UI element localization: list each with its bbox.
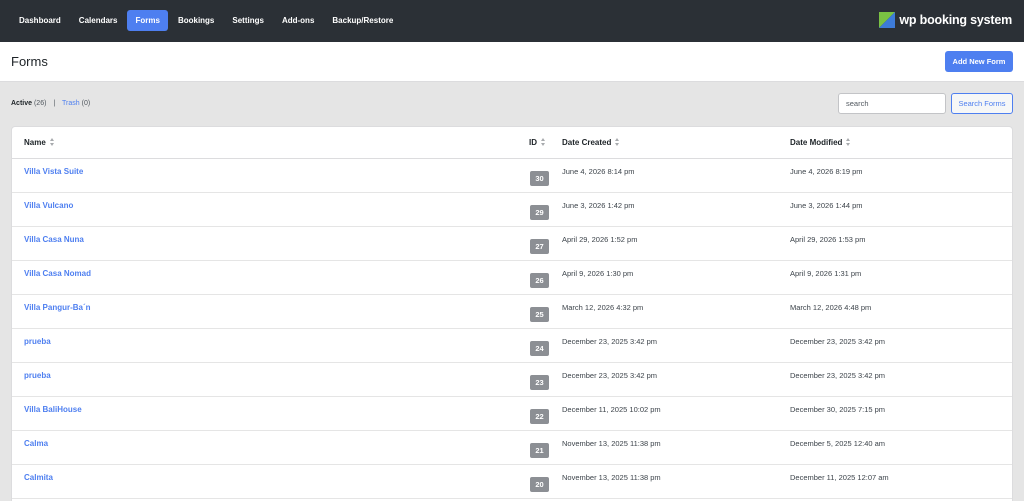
form-name-link[interactable]: prueba (24, 337, 51, 346)
date-created: December 23, 2025 3:42 pm (562, 337, 658, 346)
nav-add-ons[interactable]: Add-ons (274, 10, 322, 31)
column-header-name[interactable]: Name (24, 137, 55, 147)
date-created: November 13, 2025 11:38 pm (562, 473, 661, 482)
column-header-date-created[interactable]: Date Created (562, 137, 620, 147)
form-id-badge: 29 (530, 205, 549, 220)
form-name-link[interactable]: Calmita (24, 473, 53, 482)
nav-settings[interactable]: Settings (224, 10, 272, 31)
table-row: Villa Pangur-Ba´n 25 March 12, 2026 4:32… (12, 295, 1012, 329)
sort-icon (846, 137, 851, 146)
form-id-badge: 20 (530, 477, 549, 492)
date-created: March 12, 2026 4:32 pm (562, 303, 644, 312)
search-forms-button[interactable]: Search Forms (951, 93, 1013, 114)
nav-backup-restore[interactable]: Backup/Restore (324, 10, 401, 31)
column-header-date-created-label: Date Created (562, 138, 612, 147)
nav-dashboard[interactable]: Dashboard (11, 10, 69, 31)
table-header: Name ID Date Created Date Modified (12, 127, 1012, 159)
date-modified: December 11, 2025 12:07 am (790, 473, 889, 482)
sort-icon (541, 137, 546, 146)
form-id-badge: 25 (530, 307, 549, 322)
table-row: Villa BaliHouse 22 December 11, 2025 10:… (12, 397, 1012, 431)
date-created: June 4, 2026 8:14 pm (562, 167, 635, 176)
date-modified: December 5, 2025 12:40 am (790, 439, 886, 448)
forms-table: Name ID Date Created Date Modified Villa… (11, 126, 1013, 501)
date-modified: April 9, 2026 1:31 pm (790, 269, 862, 278)
table-row: prueba 23 December 23, 2025 3:42 pm Dece… (12, 363, 1012, 397)
top-nav-bar: Dashboard Calendars Forms Bookings Setti… (0, 0, 1024, 42)
column-header-date-modified-label: Date Modified (790, 138, 843, 147)
nav-forms[interactable]: Forms (127, 10, 168, 31)
table-row: Villa Casa Nomad 26 April 9, 2026 1:30 p… (12, 261, 1012, 295)
form-id-badge: 27 (530, 239, 549, 254)
table-row: prueba 24 December 23, 2025 3:42 pm Dece… (12, 329, 1012, 363)
form-name-link[interactable]: Villa Vulcano (24, 201, 73, 210)
main-nav: Dashboard Calendars Forms Bookings Setti… (11, 10, 403, 31)
wp-booking-system-logo-icon (879, 12, 896, 28)
form-name-link[interactable]: Villa Vista Suite (24, 167, 83, 176)
filter-active-count: (26) (33, 100, 47, 107)
add-new-form-button[interactable]: Add New Form (945, 51, 1013, 72)
date-created: December 23, 2025 3:42 pm (562, 371, 658, 380)
form-id-badge: 23 (530, 375, 549, 390)
form-id-badge: 26 (530, 273, 549, 288)
column-header-id-label: ID (529, 138, 537, 147)
form-name-link[interactable]: Villa BaliHouse (24, 405, 82, 414)
date-modified: March 12, 2026 4:48 pm (790, 303, 872, 312)
brand-logo: wp booking system (879, 10, 1012, 30)
date-created: November 13, 2025 11:38 pm (562, 439, 661, 448)
table-row: Villa Vulcano 29 June 3, 2026 1:42 pm Ju… (12, 193, 1012, 227)
column-header-id[interactable]: ID (529, 137, 546, 147)
page-header: Forms Add New Form (0, 42, 1024, 82)
column-header-name-label: Name (24, 138, 46, 147)
search-input[interactable]: search (838, 93, 946, 114)
status-filters: Active (26) | Trash (0) (11, 100, 90, 107)
form-name-link[interactable]: Villa Casa Nuna (24, 235, 84, 244)
form-id-badge: 21 (530, 443, 549, 458)
date-modified: June 4, 2026 8:19 pm (790, 167, 863, 176)
sort-icon (49, 137, 55, 146)
brand-name: wp booking system (899, 13, 1012, 27)
nav-bookings[interactable]: Bookings (170, 10, 222, 31)
date-created: April 9, 2026 1:30 pm (562, 269, 634, 278)
form-id-badge: 24 (530, 341, 549, 356)
filter-active-label[interactable]: Active (11, 100, 32, 107)
form-name-link[interactable]: Villa Pangur-Ba´n (24, 303, 91, 312)
date-modified: December 23, 2025 3:42 pm (790, 337, 886, 346)
date-modified: April 29, 2026 1:53 pm (790, 235, 866, 244)
form-name-link[interactable]: prueba (24, 371, 51, 380)
nav-calendars[interactable]: Calendars (71, 10, 126, 31)
date-created: April 29, 2026 1:52 pm (562, 235, 638, 244)
form-id-badge: 30 (530, 171, 549, 186)
table-row: Calma 21 November 13, 2025 11:38 pm Dece… (12, 431, 1012, 465)
column-header-date-modified[interactable]: Date Modified (790, 137, 851, 147)
date-created: December 11, 2025 10:02 pm (562, 405, 661, 414)
table-row: Villa Vista Suite 30 June 4, 2026 8:14 p… (12, 159, 1012, 193)
filter-separator: | (53, 100, 56, 107)
filter-trash-count: (0) (81, 100, 91, 107)
page-title: Forms (11, 54, 48, 69)
table-row: Calmita 20 November 13, 2025 11:38 pm De… (12, 465, 1012, 499)
date-modified: December 30, 2025 7:15 pm (790, 405, 886, 414)
date-modified: December 23, 2025 3:42 pm (790, 371, 886, 380)
form-name-link[interactable]: Calma (24, 439, 48, 448)
sort-icon (615, 137, 620, 146)
form-id-badge: 22 (530, 409, 549, 424)
date-modified: June 3, 2026 1:44 pm (790, 201, 863, 210)
form-name-link[interactable]: Villa Casa Nomad (24, 269, 91, 278)
filter-trash-link[interactable]: Trash (62, 100, 80, 107)
date-created: June 3, 2026 1:42 pm (562, 201, 635, 210)
table-row: Villa Casa Nuna 27 April 29, 2026 1:52 p… (12, 227, 1012, 261)
